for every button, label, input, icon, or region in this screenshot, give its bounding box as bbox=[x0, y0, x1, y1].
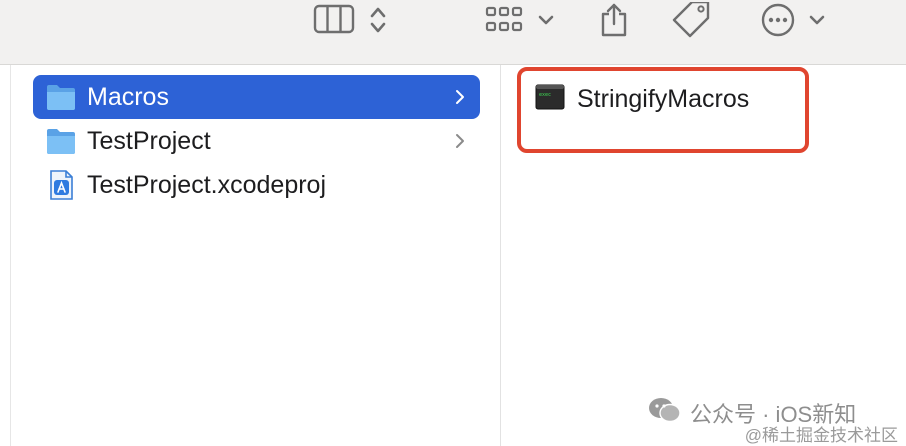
column-divider[interactable] bbox=[500, 65, 501, 446]
chevron-right-icon bbox=[450, 89, 470, 105]
folder-icon bbox=[45, 81, 77, 113]
column-edge bbox=[10, 65, 11, 446]
list-item-label: TestProject bbox=[87, 126, 211, 155]
tag-icon bbox=[670, 2, 714, 38]
chevron-right-icon bbox=[450, 133, 470, 149]
watermark-juejin: @稀土掘金技术社区 bbox=[744, 426, 898, 445]
more-icon bbox=[760, 2, 796, 38]
finder-toolbar bbox=[0, 0, 906, 65]
group-grid-icon bbox=[485, 5, 523, 35]
share-button[interactable] bbox=[597, 0, 631, 40]
tag-button[interactable] bbox=[670, 0, 714, 40]
chevron-down-icon bbox=[808, 13, 826, 27]
wechat-icon bbox=[648, 396, 682, 430]
view-options-button[interactable] bbox=[313, 0, 387, 40]
list-item-label: Macros bbox=[87, 82, 169, 111]
sort-chevrons-icon bbox=[369, 5, 387, 35]
chevron-down-icon bbox=[537, 13, 555, 27]
xcodeproj-icon bbox=[45, 169, 77, 201]
group-button[interactable] bbox=[485, 0, 555, 40]
more-actions-button[interactable] bbox=[760, 0, 826, 40]
list-item-xcodeproj[interactable]: TestProject.xcodeproj bbox=[33, 163, 480, 207]
list-item-testproject[interactable]: TestProject bbox=[33, 119, 480, 163]
share-icon bbox=[597, 3, 631, 37]
columns-view-icon bbox=[313, 4, 355, 36]
list-item-label: TestProject.xcodeproj bbox=[87, 170, 327, 199]
list-item-macros[interactable]: Macros bbox=[33, 75, 480, 119]
annotation-highlight-box bbox=[517, 67, 809, 153]
folder-icon bbox=[45, 125, 77, 157]
